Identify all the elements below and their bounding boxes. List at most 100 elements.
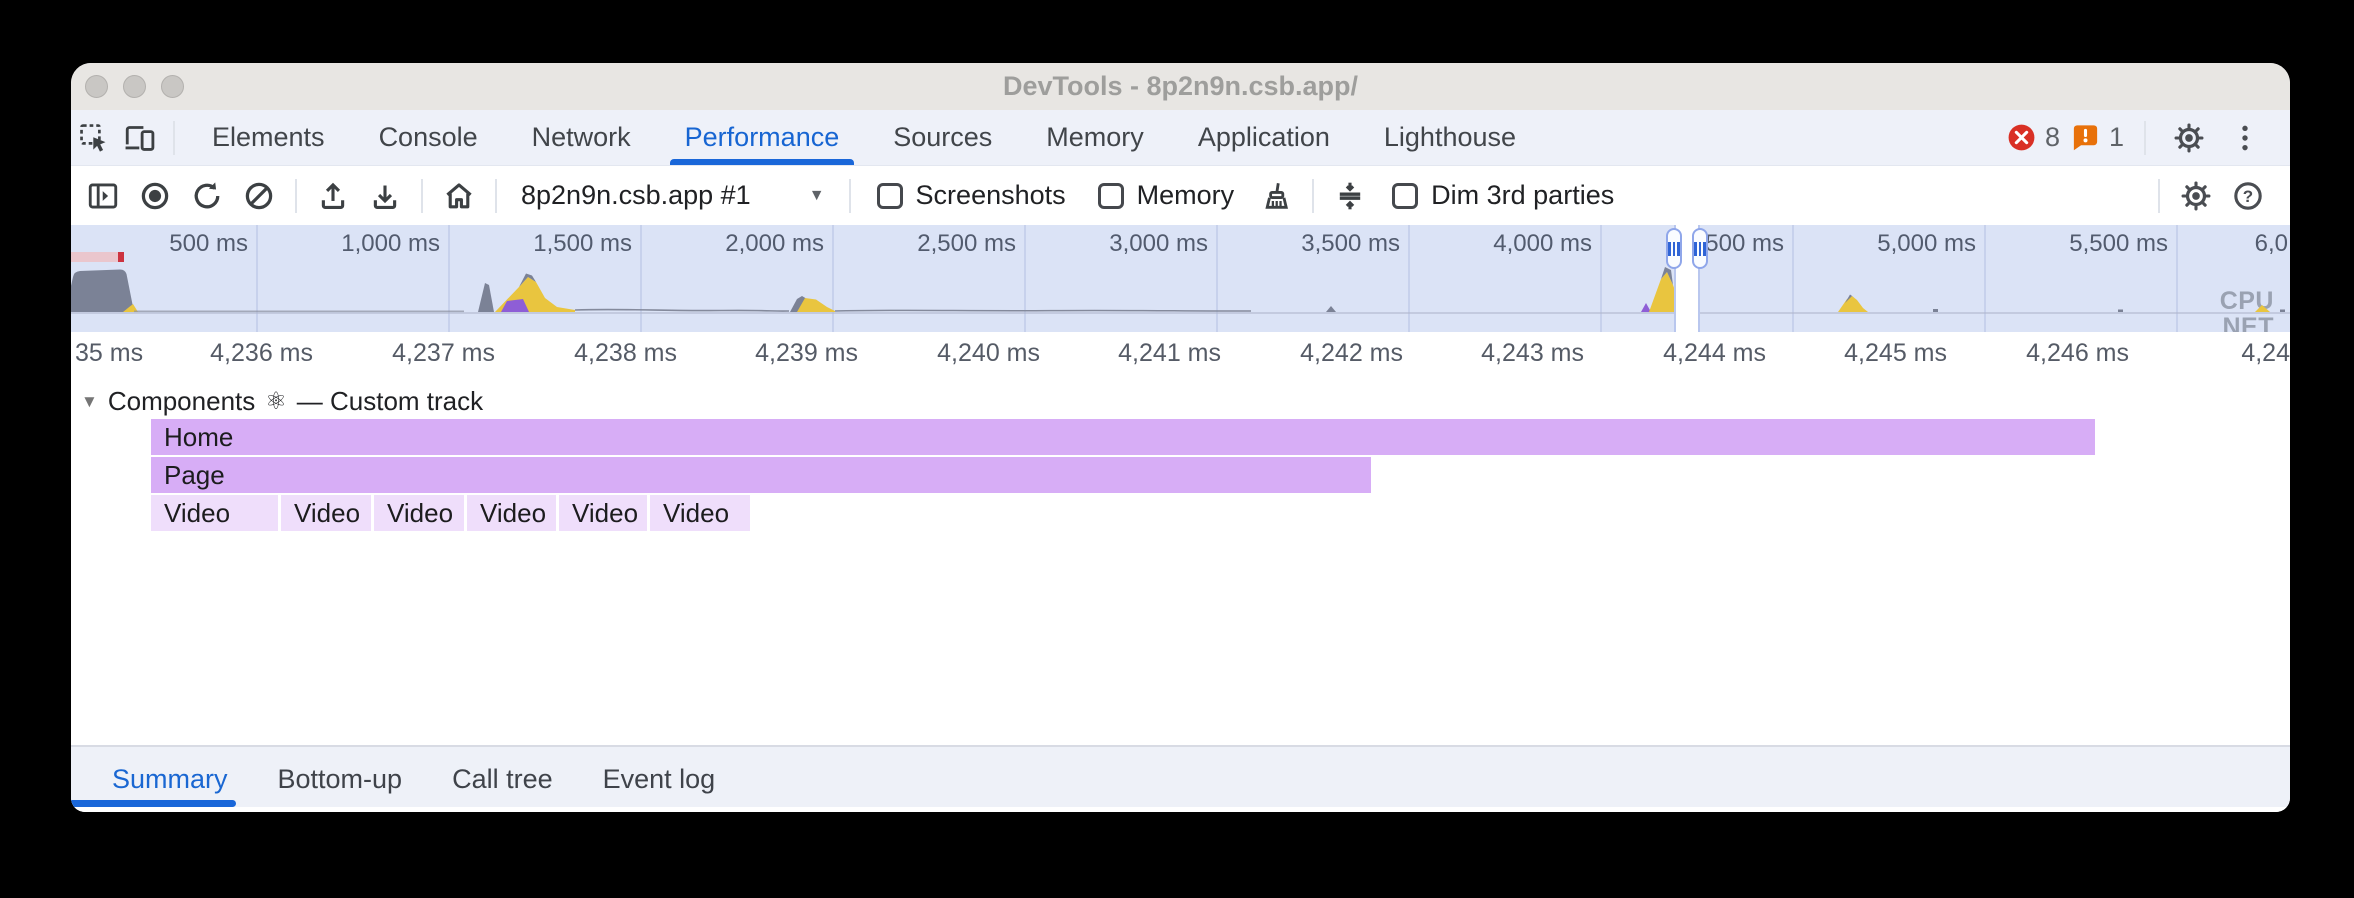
selection-right-handle[interactable] — [1692, 228, 1708, 269]
ruler-tick-label: 4,243 ms — [1481, 339, 1584, 368]
kebab-menu-icon — [2228, 121, 2262, 155]
divider — [2158, 179, 2160, 213]
dim-3rd-parties-checkbox[interactable]: Dim 3rd parties — [1376, 180, 1630, 211]
video-row-bar[interactable]: Video — [151, 495, 278, 531]
window-bottom-edge — [71, 807, 2290, 812]
video-row-bar[interactable]: Video — [467, 495, 556, 531]
window-title: DevTools - 8p2n9n.csb.app/ — [71, 71, 2290, 102]
performance-settings-button[interactable] — [2170, 170, 2222, 222]
selection-left-handle[interactable] — [1666, 228, 1682, 269]
inspect-element-button[interactable] — [71, 115, 117, 161]
chevron-down-icon: ▼ — [809, 187, 825, 205]
track-suffix: — Custom track — [297, 386, 483, 417]
ruler-tick-label: 4,246 ms — [2026, 339, 2129, 368]
toolbar-right: ? — [2148, 170, 2290, 222]
record-icon — [138, 179, 172, 213]
checkbox-box — [1392, 183, 1418, 209]
record-button[interactable] — [129, 170, 181, 222]
collapse-triangle-icon[interactable]: ▼ — [81, 392, 98, 412]
divider — [295, 179, 297, 213]
detail-ruler: 35 ms4,236 ms4,237 ms4,238 ms4,239 ms4,2… — [71, 332, 2290, 372]
upload-icon — [316, 179, 350, 213]
shrink-flame-chart-button[interactable] — [1324, 170, 1376, 222]
timeline-overview[interactable]: 500 ms1,000 ms1,500 ms2,000 ms2,500 ms3,… — [71, 225, 2290, 332]
performance-toolbar: 8p2n9n.csb.app #1 ▼ Screenshots Memory — [71, 166, 2290, 225]
ruler-tick-label: 4,239 ms — [755, 339, 858, 368]
warning-icon — [2070, 122, 2101, 153]
panel-tab-bar: ElementsConsoleNetworkPerformanceSources… — [71, 110, 2290, 166]
divider — [849, 179, 851, 213]
track-header[interactable]: ▼ Components ⚛ — Custom track — [81, 386, 483, 417]
tab-performance[interactable]: Performance — [658, 110, 867, 165]
video-row-bar[interactable]: Video — [374, 495, 464, 531]
video-row-bar[interactable]: Video — [559, 495, 647, 531]
bottom-tab-event-log[interactable]: Event log — [578, 747, 741, 812]
target-selector[interactable]: 8p2n9n.csb.app #1 ▼ — [507, 180, 839, 211]
memory-label: Memory — [1137, 180, 1235, 211]
video-row-bar[interactable]: Video — [281, 495, 371, 531]
warning-badge[interactable]: 1 — [2070, 122, 2124, 153]
toggle-sidebar-button[interactable] — [77, 170, 129, 222]
block-icon — [242, 179, 276, 213]
help-icon: ? — [2231, 179, 2265, 213]
collect-garbage-button[interactable] — [1250, 170, 1302, 222]
gear-icon — [2179, 179, 2213, 213]
page-row-bar[interactable]: Page — [151, 457, 1371, 493]
save-profile-button[interactable] — [359, 170, 411, 222]
memory-checkbox[interactable]: Memory — [1082, 180, 1251, 211]
summary-tab-underline — [71, 800, 236, 807]
tab-memory[interactable]: Memory — [1019, 110, 1171, 165]
settings-button[interactable] — [2166, 115, 2212, 161]
help-button[interactable]: ? — [2222, 170, 2274, 222]
inspect-icon — [77, 121, 111, 155]
warning-count: 1 — [2109, 122, 2124, 153]
panel-left-icon — [86, 179, 120, 213]
ruler-tick-label: 4,240 ms — [937, 339, 1040, 368]
ruler-tick-label: 4,245 ms — [1844, 339, 1947, 368]
ruler-tick-label: 35 ms — [75, 339, 143, 368]
error-count: 8 — [2045, 122, 2060, 153]
more-options-button[interactable] — [2222, 115, 2268, 161]
home-row-bar[interactable]: Home — [151, 419, 2095, 455]
ruler-tick-label: 4,238 ms — [574, 339, 677, 368]
reload-icon — [190, 179, 224, 213]
ruler-tick-label: 4,241 ms — [1118, 339, 1221, 368]
panel-tabs: ElementsConsoleNetworkPerformanceSources… — [185, 110, 1543, 165]
home-button[interactable] — [433, 170, 485, 222]
tab-sources[interactable]: Sources — [866, 110, 1019, 165]
tab-elements[interactable]: Elements — [185, 110, 352, 165]
screen: DevTools - 8p2n9n.csb.app/ ElementsConso… — [0, 0, 2354, 898]
screenshots-label: Screenshots — [916, 180, 1066, 211]
clear-button[interactable] — [233, 170, 285, 222]
tab-network[interactable]: Network — [505, 110, 658, 165]
load-profile-button[interactable] — [307, 170, 359, 222]
record-and-reload-button[interactable] — [181, 170, 233, 222]
device-toolbar-button[interactable] — [117, 115, 163, 161]
bottom-tab-bar: SummaryBottom-upCall treeEvent log — [71, 745, 2290, 812]
checkbox-box — [877, 183, 903, 209]
tab-lighthouse[interactable]: Lighthouse — [1357, 110, 1543, 165]
bottom-tab-call-tree[interactable]: Call tree — [427, 747, 578, 812]
broom-icon — [1259, 179, 1293, 213]
error-badge[interactable]: 8 — [2006, 122, 2060, 153]
dim-3rd-parties-label: Dim 3rd parties — [1431, 180, 1614, 211]
flame-chart-canvas[interactable]: ▼ Components ⚛ — Custom track HomePageVi… — [71, 372, 2290, 745]
device-toolbar-icon — [123, 121, 157, 155]
bottom-tab-bottom-up[interactable]: Bottom-up — [253, 747, 428, 812]
checkbox-box — [1098, 183, 1124, 209]
download-icon — [368, 179, 402, 213]
cpu-activity-chart — [71, 225, 2290, 332]
divider — [1312, 179, 1314, 213]
tab-console[interactable]: Console — [352, 110, 505, 165]
divider — [495, 179, 497, 213]
divider — [421, 179, 423, 213]
divider — [2144, 121, 2146, 155]
video-row-bar[interactable]: Video — [650, 495, 750, 531]
ruler-tick-label: 4,24 — [2241, 339, 2290, 368]
status-cluster: 8 1 — [2006, 115, 2290, 161]
tab-application[interactable]: Application — [1171, 110, 1357, 165]
ruler-tick-label: 4,242 ms — [1300, 339, 1403, 368]
screenshots-checkbox[interactable]: Screenshots — [861, 180, 1082, 211]
ruler-tick-label: 4,236 ms — [210, 339, 313, 368]
devtools-window: DevTools - 8p2n9n.csb.app/ ElementsConso… — [71, 63, 2290, 812]
